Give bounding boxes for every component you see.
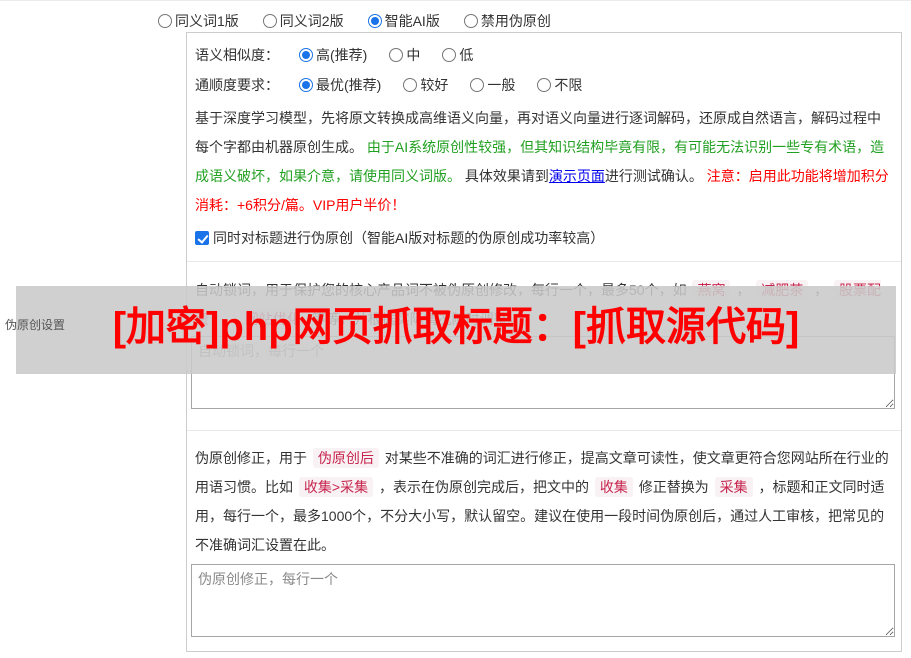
radio-icon (470, 78, 485, 92)
text-segment: 采集 (714, 477, 753, 497)
version-radio-group: 同义词1版 同义词2版 智能AI版 禁用伪原创 (158, 11, 551, 31)
radio-option[interactable]: 中 (389, 45, 420, 65)
ai-intro-paragraph: 基于深度学习模型，先将原文转换成高维语义向量，再对语义向量进行逐词解码，还原成自… (195, 104, 893, 220)
radio-option-label: 中 (406, 47, 421, 63)
radio-option[interactable]: 较好 (403, 75, 448, 95)
radio-icon (463, 14, 478, 28)
fix-words-paragraph: 伪原创修正，用于 伪原创后 对某些不准确的词汇进行修正，提高文章可读性，使文章更… (195, 444, 893, 560)
title-rewrite-row[interactable]: 同时对标题进行伪原创（智能AI版对标题的伪原创成功率较高） (195, 228, 901, 248)
radio-option[interactable]: 禁用伪原创 (463, 11, 551, 31)
radio-icon (403, 78, 418, 92)
text-segment: 进行测试确认。 (604, 168, 703, 184)
radio-option-label: 低 (459, 47, 474, 63)
radio-icon (262, 14, 277, 28)
semantic-similarity-row: 语义相似度： 高(推荐) 中 低 (195, 45, 901, 65)
fluency-options: 最优(推荐) 较好 一般 不限 (299, 75, 582, 95)
radio-option[interactable]: 低 (442, 45, 473, 65)
text-segment: 修正替换为 (634, 479, 713, 495)
top-divider (0, 0, 911, 1)
section-divider (187, 261, 901, 262)
fix-words-textarea[interactable] (191, 564, 895, 637)
radio-icon (537, 78, 552, 92)
radio-icon (299, 48, 313, 62)
text-segment: 伪原创修正，用于 (195, 450, 311, 466)
radio-option[interactable]: 高(推荐) (299, 45, 367, 65)
radio-option-label: 高(推荐) (316, 47, 368, 63)
radio-option-label: 较好 (420, 77, 449, 93)
radio-icon (158, 14, 172, 28)
text-segment: 收集>采集 (298, 477, 374, 497)
radio-icon (389, 48, 404, 62)
pseudo-original-settings-page: 同义词1版 同义词2版 智能AI版 禁用伪原创 语义相似度： 高(推荐) 中 低 通顺度要… (0, 0, 911, 658)
radio-option[interactable]: 不限 (537, 75, 582, 95)
radio-option[interactable]: 一般 (470, 75, 515, 95)
semantic-similarity-label: 语义相似度： (195, 47, 279, 63)
radio-option-label: 一般 (487, 77, 516, 93)
text-segment: ，表示在伪原创完成后，把文中的 (375, 479, 593, 495)
title-rewrite-checkbox[interactable] (195, 231, 209, 245)
radio-option-label: 最优(推荐) (316, 77, 382, 93)
semantic-similarity-options: 高(推荐) 中 低 (299, 45, 473, 65)
watermark-title: [加密]php网页抓取标题：[抓取源代码] (112, 305, 800, 349)
fluency-row: 通顺度要求： 最优(推荐) 较好 一般 不限 (195, 75, 901, 95)
text-segment: 收集 (594, 477, 633, 497)
radio-option-label: 同义词2版 (279, 13, 344, 29)
radio-option-label: 禁用伪原创 (480, 13, 551, 29)
radio-option[interactable]: 智能AI版 (367, 11, 440, 31)
radio-option[interactable]: 同义词2版 (262, 11, 344, 31)
form-row-label: 伪原创设置 (5, 318, 66, 332)
radio-icon (367, 14, 382, 28)
demo-page-link[interactable]: 演示页面 (549, 168, 605, 184)
radio-icon (442, 48, 457, 62)
section-divider (187, 430, 901, 431)
radio-option-label: 智能AI版 (384, 13, 440, 29)
text-segment: 伪原创后 (312, 448, 379, 468)
radio-icon (299, 78, 313, 92)
radio-option[interactable]: 同义词1版 (158, 11, 239, 31)
text-segment: 具体效果请到 (461, 168, 549, 184)
radio-option[interactable]: 最优(推荐) (299, 75, 381, 95)
fluency-label: 通顺度要求： (195, 77, 279, 93)
title-rewrite-label: 同时对标题进行伪原创（智能AI版对标题的伪原创成功率较高） (213, 230, 605, 246)
radio-option-label: 不限 (554, 77, 583, 93)
radio-option-label: 同义词1版 (175, 13, 239, 29)
